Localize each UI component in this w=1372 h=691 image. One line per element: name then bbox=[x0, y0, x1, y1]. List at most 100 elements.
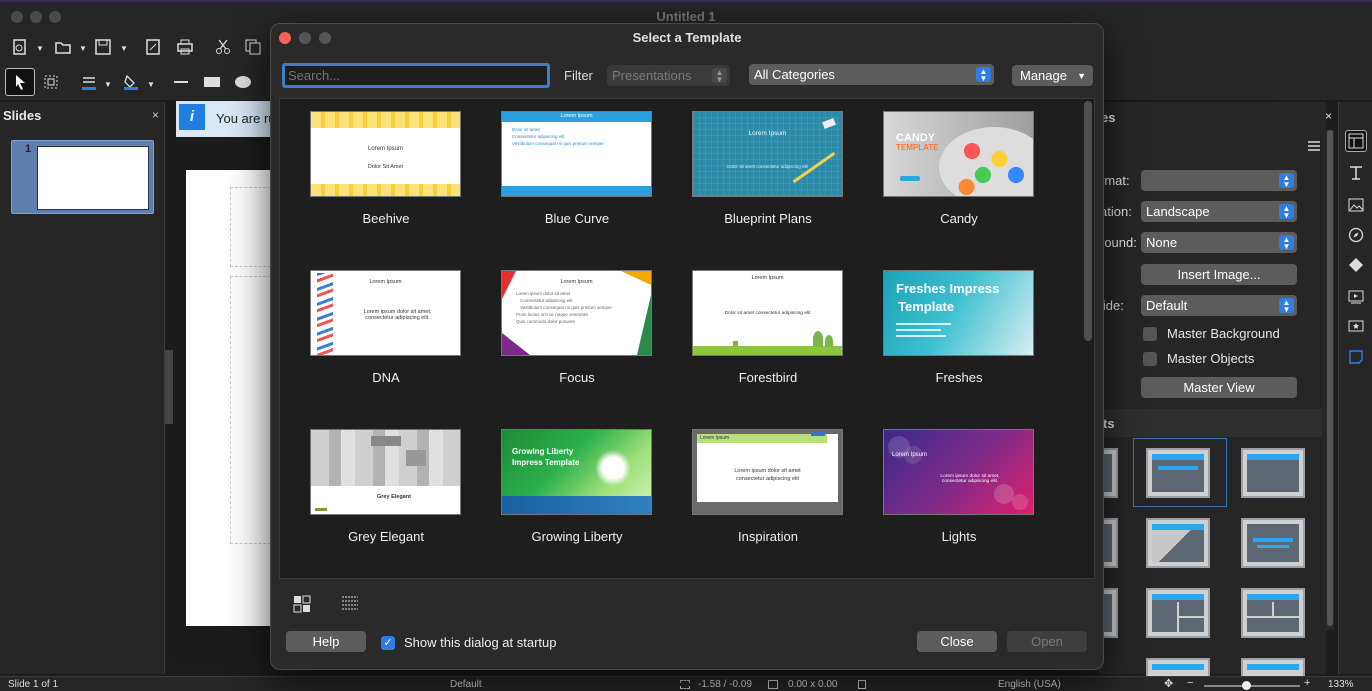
orientation-select[interactable]: Landscape ▲ ▼ bbox=[1141, 201, 1297, 222]
zoom-level[interactable]: 133% bbox=[1328, 679, 1354, 690]
template-freshes[interactable]: Freshes Impress Template Freshes bbox=[883, 270, 1035, 400]
gallery-icon[interactable] bbox=[1345, 194, 1367, 216]
animation-icon[interactable] bbox=[1345, 316, 1367, 338]
open-dropdown-icon[interactable]: ▼ bbox=[79, 44, 87, 53]
thumbnail-view-icon[interactable] bbox=[293, 595, 311, 613]
shapes-icon[interactable] bbox=[1345, 254, 1367, 276]
navigator-icon[interactable] bbox=[1345, 224, 1367, 246]
template-forestbird[interactable]: Lorem Ipsum Dolor sit amet consectetur a… bbox=[692, 270, 844, 400]
fit-slide-icon[interactable]: ✥ bbox=[1164, 677, 1173, 690]
zoom-pan-icon[interactable] bbox=[38, 69, 64, 95]
filter-value: Presentations bbox=[612, 68, 692, 83]
properties-close-icon[interactable]: × bbox=[1325, 109, 1332, 123]
template-inspiration[interactable]: Lorem Ipsum Lorem ipsum dolor sit amet c… bbox=[692, 429, 844, 559]
new-icon[interactable] bbox=[7, 34, 33, 60]
zoom-slider-knob[interactable] bbox=[1241, 681, 1251, 690]
template-blueprint-plans[interactable]: Lorem Ipsum Dolor sit amet consectetur a… bbox=[692, 111, 844, 241]
thumb-text: Consectetur adipiscing elit bbox=[512, 134, 565, 139]
copy-icon[interactable] bbox=[240, 34, 266, 60]
slides-pane-title: Slides bbox=[3, 108, 42, 123]
slide-transition-icon[interactable] bbox=[1345, 286, 1367, 308]
zoom-slider[interactable] bbox=[1204, 685, 1300, 687]
thumb-text: Template bbox=[898, 299, 955, 314]
layout-four-content[interactable] bbox=[1241, 588, 1305, 638]
print-icon[interactable] bbox=[172, 34, 198, 60]
slides-pane-collapse-handle[interactable] bbox=[165, 350, 173, 424]
language[interactable]: English (USA) bbox=[998, 679, 1061, 690]
master-view-button[interactable]: Master View bbox=[1141, 377, 1297, 398]
list-view-icon[interactable] bbox=[341, 595, 359, 613]
master-slide-select[interactable]: Default ▲ ▼ bbox=[1141, 295, 1297, 316]
layout-title-content[interactable] bbox=[1146, 448, 1210, 498]
properties-icon[interactable] bbox=[1345, 130, 1367, 152]
template-name: Freshes bbox=[935, 370, 983, 385]
filter-select[interactable]: Presentations ▲ ▼ bbox=[607, 65, 730, 86]
slide-panel-menu-icon[interactable] bbox=[1308, 140, 1320, 152]
save-icon[interactable] bbox=[90, 34, 116, 60]
background-select[interactable]: None ▲ ▼ bbox=[1141, 232, 1297, 253]
layout-row4-a[interactable] bbox=[1146, 658, 1210, 676]
thumb-text: Lorem Ipsum bbox=[892, 452, 928, 458]
master-slide-value: Default bbox=[1146, 298, 1188, 313]
thumb-text: Lorem Ipsum bbox=[748, 130, 787, 137]
manage-button[interactable]: Manage ▼ bbox=[1012, 65, 1093, 86]
thumb-text: Lorem Ipsum bbox=[560, 113, 593, 119]
open-icon[interactable] bbox=[50, 34, 76, 60]
template-thumbnail: CANDY TEMPLATE bbox=[883, 111, 1034, 197]
master-background-label: Master Background bbox=[1167, 326, 1280, 341]
save-dropdown-icon[interactable]: ▼ bbox=[120, 44, 128, 53]
show-at-startup-checkbox[interactable]: ✓ bbox=[381, 636, 395, 650]
ellipse-tool-icon[interactable] bbox=[230, 69, 256, 95]
properties-scrollbar-thumb[interactable] bbox=[1327, 130, 1333, 626]
layout-title-only[interactable] bbox=[1241, 448, 1305, 498]
properties-scrollbar[interactable] bbox=[1326, 130, 1334, 630]
template-grid-scrollbar[interactable] bbox=[1084, 101, 1092, 341]
template-candy[interactable]: CANDY TEMPLATE Candy bbox=[883, 111, 1035, 241]
master-background-checkbox[interactable] bbox=[1143, 327, 1157, 341]
template-beehive[interactable]: Lorem Ipsum Dolor Sit Amet Beehive bbox=[310, 111, 462, 241]
show-at-startup-label: Show this dialog at startup bbox=[404, 635, 557, 650]
layouts-section-title: ts bbox=[1103, 416, 1115, 431]
template-search-input[interactable] bbox=[282, 63, 550, 88]
fill-color-dropdown-icon[interactable]: ▼ bbox=[147, 80, 155, 89]
thumb-text: Lorem Ipsum bbox=[369, 279, 402, 285]
open-button[interactable]: Open bbox=[1007, 631, 1087, 652]
zoom-out-icon[interactable]: − bbox=[1187, 677, 1193, 689]
close-button[interactable]: Close bbox=[917, 631, 997, 652]
fill-color-icon[interactable] bbox=[118, 69, 144, 95]
zoom-in-icon[interactable]: + bbox=[1304, 677, 1310, 689]
layouts-section-header[interactable]: ts bbox=[1098, 409, 1322, 437]
template-dna[interactable]: Lorem Ipsum Lorem ipsum dolor sit amet, … bbox=[310, 270, 462, 400]
line-tool-icon[interactable] bbox=[168, 69, 194, 95]
export-pdf-icon[interactable] bbox=[140, 34, 166, 60]
slides-pane-close-icon[interactable]: × bbox=[152, 108, 159, 122]
line-color-icon[interactable] bbox=[76, 69, 102, 95]
format-select[interactable]: ▲ ▼ bbox=[1141, 170, 1297, 191]
master-slides-icon[interactable] bbox=[1345, 346, 1367, 368]
line-color-dropdown-icon[interactable]: ▼ bbox=[104, 80, 112, 89]
layout-row4-b[interactable] bbox=[1241, 658, 1305, 676]
chevron-updown-icon: ▲ ▼ bbox=[976, 67, 991, 83]
styles-icon[interactable] bbox=[1345, 162, 1367, 184]
select-tool-icon[interactable] bbox=[5, 68, 35, 96]
category-select[interactable]: All Categories ▲ ▼ bbox=[749, 64, 994, 85]
template-growing-liberty[interactable]: Growing Liberty Impress Template Growing… bbox=[501, 429, 653, 559]
layout-diagonal[interactable] bbox=[1146, 518, 1210, 568]
template-blue-curve[interactable]: Lorem Ipsum Dolor sit amet Consectetur a… bbox=[501, 111, 653, 241]
slide-thumbnail-1[interactable]: 1 bbox=[11, 140, 154, 214]
thumb-text: Dolor Sit Amet bbox=[367, 164, 404, 170]
layout-two-content[interactable] bbox=[1146, 588, 1210, 638]
template-lights[interactable]: Lorem Ipsum Lorem ipsum dolor sit amet, … bbox=[883, 429, 1035, 559]
help-button[interactable]: Help bbox=[286, 631, 366, 652]
template-grey-elegant[interactable]: Grey Elegant Grey Elegant bbox=[310, 429, 462, 559]
thumb-text: Quis commodo dolor posuere bbox=[516, 319, 576, 324]
insert-image-button[interactable]: Insert Image... bbox=[1141, 264, 1297, 285]
template-focus[interactable]: Lorem Ipsum Lorem ipsum dolor sit amet C… bbox=[501, 270, 653, 400]
master-objects-checkbox[interactable] bbox=[1143, 352, 1157, 366]
new-dropdown-icon[interactable]: ▼ bbox=[36, 44, 44, 53]
template-name: Grey Elegant bbox=[348, 529, 424, 544]
thumb-text: Lorem ipsum dolor sit amet, consectetur … bbox=[940, 474, 1000, 484]
rectangle-tool-icon[interactable] bbox=[199, 69, 225, 95]
layout-centered-text[interactable] bbox=[1241, 518, 1305, 568]
cut-icon[interactable] bbox=[210, 34, 236, 60]
